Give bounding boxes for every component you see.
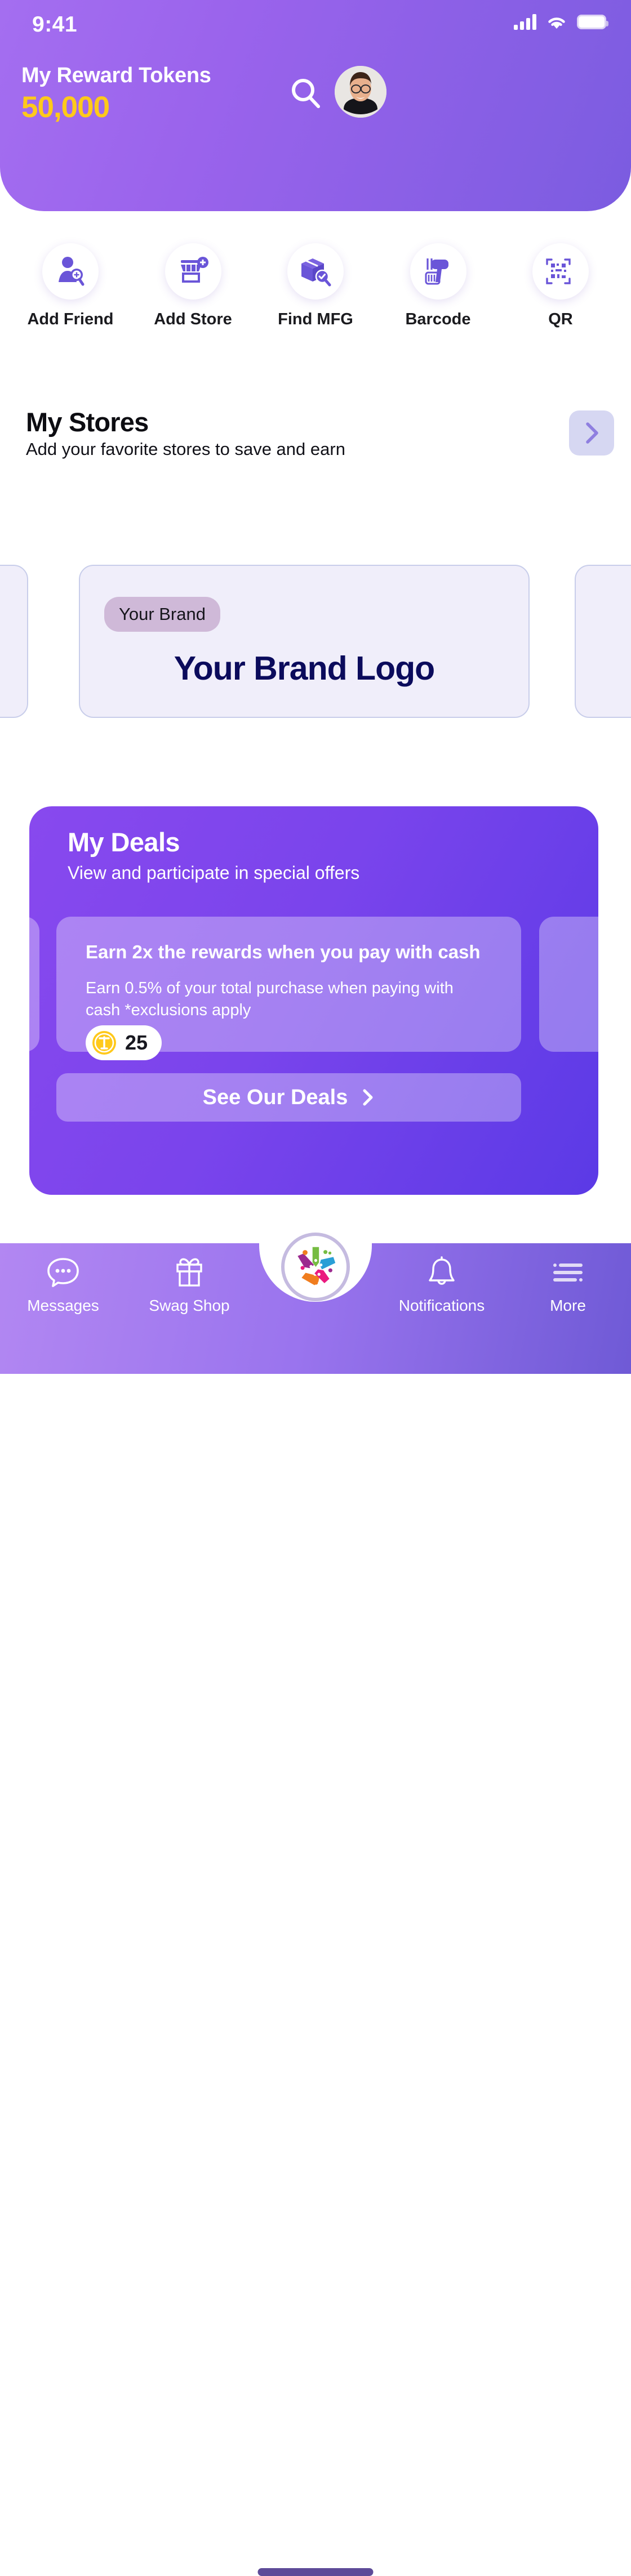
add-friend-icon — [59, 257, 85, 286]
nav-icon-wrap — [549, 1252, 586, 1293]
my-stores-subtitle: Add your favorite stores to save and ear… — [26, 439, 345, 459]
brand-carousel[interactable]: Your Brand Your Brand Logo — [0, 565, 631, 722]
chat-bubble-icon — [47, 1258, 79, 1287]
see-our-deals-label: See Our Deals — [202, 1085, 348, 1109]
see-our-deals-button[interactable]: See Our Deals — [56, 1073, 521, 1122]
nav-label: Messages — [27, 1297, 99, 1314]
search-button[interactable] — [287, 75, 325, 113]
cellular-signal-icon — [514, 14, 536, 30]
gift-icon — [176, 1258, 202, 1287]
bottom-nav: Messages Swag Shop Notifications More — [0, 1219, 631, 2576]
nav-icon-wrap — [171, 1252, 208, 1293]
quick-action-barcode[interactable]: Barcode — [385, 243, 492, 329]
my-deals-panel: My Deals View and participate in special… — [29, 806, 598, 1195]
status-bar: 9:41 — [0, 0, 631, 51]
quick-action-icon-wrap — [532, 243, 589, 300]
brand-card-peek-right[interactable] — [575, 565, 631, 718]
nav-item-messages[interactable]: Messages — [0, 1252, 126, 1315]
deal-card[interactable]: Earn 2x the rewards when you pay with ca… — [56, 917, 521, 1060]
quick-action-qr[interactable]: QR — [507, 243, 614, 329]
deal-card-peek-left[interactable] — [29, 917, 39, 1052]
my-deals-subtitle: View and participate in special offers — [68, 863, 360, 883]
avatar[interactable] — [335, 66, 386, 118]
nav-label: More — [550, 1297, 586, 1314]
find-mfg-icon — [301, 258, 331, 287]
quick-action-label: QR — [548, 310, 573, 328]
my-stores-header: My Stores Add your favorite stores to sa… — [0, 407, 631, 474]
quick-action-label: Find MFG — [278, 310, 353, 328]
nav-label: Notifications — [398, 1297, 485, 1314]
quick-action-add-store[interactable]: Add Store — [140, 243, 247, 329]
nav-icon-wrap — [423, 1252, 460, 1293]
my-stores-next-button[interactable] — [569, 410, 614, 456]
quick-action-icon-wrap — [42, 243, 99, 300]
quick-actions-row: Add Friend Add Store Find MFG Barcode QR — [0, 243, 631, 329]
status-time: 9:41 — [32, 12, 78, 37]
user-avatar-illustration — [335, 66, 386, 118]
battery-icon — [577, 15, 608, 29]
deal-card-peek-right[interactable] — [539, 917, 598, 1052]
price-tags-logo-icon — [297, 1247, 336, 1285]
brand-logo-text: Your Brand Logo — [174, 650, 435, 687]
status-icons — [514, 14, 608, 30]
quick-action-icon-wrap — [410, 243, 466, 300]
token-balance: 50,000 — [21, 91, 110, 124]
home-indicator — [257, 2568, 374, 2576]
app-header: 9:41 My Reward Tokens 50,000 — [0, 0, 631, 211]
quick-action-label: Add Friend — [27, 310, 114, 328]
deal-token-badge: 25 — [86, 1025, 162, 1060]
nav-label: Swag Shop — [149, 1297, 230, 1314]
quick-action-label: Add Store — [154, 310, 232, 328]
barcode-scanner-icon — [425, 258, 448, 285]
quick-action-label: Barcode — [405, 310, 471, 328]
menu-list-icon — [553, 1264, 583, 1282]
brand-badge: Your Brand — [104, 597, 220, 632]
nav-item-notifications[interactable]: Notifications — [379, 1252, 505, 1315]
my-stores-title: My Stores — [26, 407, 149, 437]
quick-action-add-friend[interactable]: Add Friend — [17, 243, 124, 329]
deal-description: Earn 0.5% of your total purchase when pa… — [86, 979, 454, 1019]
deal-token-value: 25 — [125, 1031, 148, 1054]
add-store-icon — [180, 257, 208, 283]
quick-action-find-mfg[interactable]: Find MFG — [262, 243, 369, 329]
bell-icon — [429, 1256, 455, 1285]
deal-headline: Earn 2x the rewards when you pay with ca… — [86, 941, 481, 962]
nav-item-more[interactable]: More — [505, 1252, 631, 1315]
page-title: My Reward Tokens — [21, 64, 211, 87]
my-deals-title: My Deals — [68, 827, 180, 857]
nav-icon-wrap — [45, 1252, 82, 1293]
wifi-icon — [548, 17, 565, 29]
token-coin-icon — [92, 1031, 116, 1055]
center-home-button-inner — [281, 1233, 350, 1301]
brand-card-peek-left[interactable] — [0, 565, 28, 718]
quick-action-icon-wrap — [287, 243, 344, 300]
chevron-right-icon — [586, 422, 598, 444]
quick-action-icon-wrap — [165, 243, 221, 300]
center-home-button[interactable] — [259, 1230, 372, 1303]
chevron-right-icon — [363, 1089, 373, 1106]
qr-code-icon — [546, 258, 571, 284]
search-icon — [292, 79, 320, 108]
brand-card[interactable]: Your Brand Your Brand Logo — [79, 565, 530, 718]
nav-item-swag-shop[interactable]: Swag Shop — [126, 1252, 252, 1315]
